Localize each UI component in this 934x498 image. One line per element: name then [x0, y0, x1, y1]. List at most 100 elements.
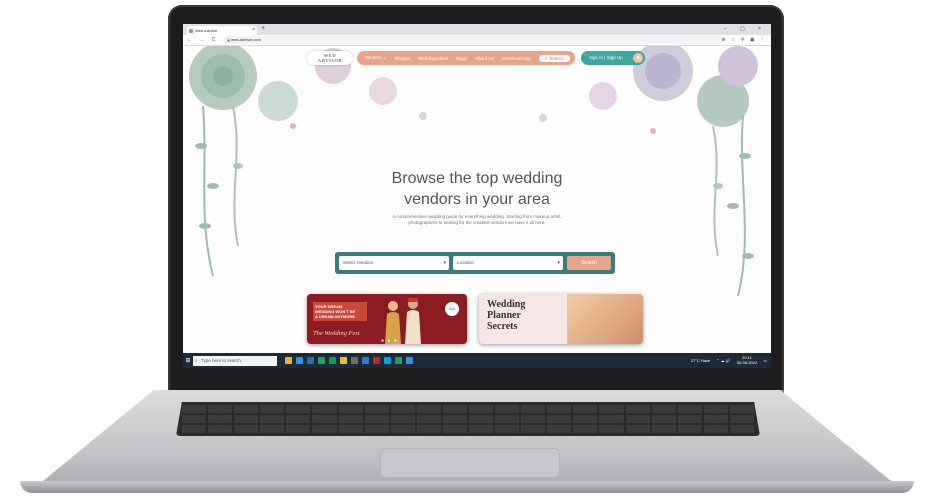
keyboard-key — [364, 425, 389, 433]
keyboard-key — [312, 405, 337, 413]
keyboard-key — [677, 425, 702, 433]
keyboard-key — [547, 415, 572, 423]
search-icon: ⌕ — [544, 55, 548, 61]
laptop-trackpad — [380, 448, 560, 478]
web-page: WED ADVISOR Vendors ⌄ Shoppe Wedding Ide… — [183, 46, 771, 353]
planner-secrets-banner[interactable]: Wedding Planner Secrets — [479, 294, 643, 344]
keyboard-key — [677, 415, 702, 423]
keyboard-key — [390, 405, 415, 413]
keyboard-key — [208, 425, 233, 433]
keyboard-key — [416, 415, 441, 423]
taskbar-app-icon[interactable] — [285, 357, 292, 364]
taskbar-app-icon[interactable] — [318, 357, 325, 364]
nav-item-vendors[interactable]: Vendors ⌄ — [365, 55, 387, 61]
tray-icons[interactable]: ⌃ ☁ 🔊 — [716, 358, 731, 363]
tab-close-icon[interactable]: × — [252, 26, 255, 35]
keyboard-key — [312, 425, 337, 433]
keyboard-key — [703, 405, 728, 413]
keyboard-key — [416, 425, 441, 433]
browser-tab-bar: Wed Advisor × + – ▢ × — [183, 24, 771, 35]
hero-title-line2: vendors in your area — [404, 191, 550, 208]
keyboard-key — [260, 425, 285, 433]
nav-search-label: Search — [549, 55, 564, 61]
banner1-fest-name: Wedding Fest — [324, 330, 360, 337]
keyboard-key — [521, 415, 546, 423]
site-logo[interactable]: WED ADVISOR — [307, 51, 353, 65]
vendor-search-box: Select Vendors ▾ Location ▾ Search — [335, 252, 615, 274]
search-icon: ⌕ — [195, 357, 198, 364]
laptop-base-lip — [20, 481, 914, 493]
signin-button[interactable]: Sign In | Sign Up ● — [581, 51, 645, 65]
banner1-fest-prefix: The — [313, 330, 323, 337]
new-tab-button[interactable]: + — [261, 25, 265, 32]
nav-search-button[interactable]: ⌕ Search — [538, 54, 570, 62]
keyboard-key — [703, 425, 728, 433]
hero-title: Browse the top wedding vendors in your a… — [327, 168, 627, 210]
logo-line2: ADVISOR — [317, 58, 343, 63]
keyboard-key — [260, 405, 285, 413]
url-input[interactable]: 🔒 wed-advisor.com — [223, 36, 723, 44]
keyboard-key — [338, 405, 363, 413]
taskbar-app-icon[interactable] — [406, 357, 413, 364]
nav-item-shoppe[interactable]: Shoppe — [395, 56, 411, 61]
keyboard-key — [547, 405, 572, 413]
keyboard-key — [469, 415, 494, 423]
keyboard-key — [573, 425, 598, 433]
user-avatar-icon: ● — [633, 53, 643, 63]
taskbar-app-icon[interactable] — [362, 357, 369, 364]
taskbar-clock[interactable]: 20:11 30-08-2022 — [736, 355, 758, 365]
keyboard-key — [234, 405, 259, 413]
taskbar-app-icon[interactable] — [384, 357, 391, 364]
keyboard-key — [729, 425, 754, 433]
keyboard-key — [364, 415, 389, 423]
banner2-photo — [567, 294, 643, 344]
keyboard-key — [338, 425, 363, 433]
notification-icon[interactable]: ▭ — [763, 358, 767, 363]
taskbar-app-icon[interactable] — [373, 357, 380, 364]
keyboard-key — [286, 405, 311, 413]
window-controls[interactable]: – ▢ × — [724, 24, 767, 35]
taskbar-app-icon[interactable] — [296, 357, 303, 364]
nav-item-wedding-ideas[interactable]: Wedding Ideas — [418, 56, 448, 61]
vendor-search-button[interactable]: Search — [567, 256, 611, 270]
taskbar-app-icon[interactable] — [307, 357, 314, 364]
chevron-down-icon: ▾ — [557, 260, 560, 266]
banner1-tagline: YOUR DREAM WEDDING WON'T BE A DREAM ANYM… — [313, 302, 367, 321]
carousel-dots-icon[interactable]: ● ● ● — [381, 338, 398, 344]
vendor-select[interactable]: Select Vendors ▾ — [339, 256, 449, 270]
browser-tab[interactable]: Wed Advisor × — [187, 26, 257, 35]
keyboard-key — [364, 405, 389, 413]
keyboard-key — [651, 405, 676, 413]
windows-start-icon[interactable]: ⊞ — [183, 357, 193, 364]
clock-date: 30-08-2022 — [736, 359, 758, 365]
wedding-fest-banner[interactable]: YOUR DREAM WEDDING WON'T BE A DREAM ANYM… — [307, 294, 467, 344]
nav-item-download-app[interactable]: Download App — [502, 56, 531, 61]
weather-widget[interactable]: 27°C Haze — [691, 358, 710, 363]
keyboard-key — [260, 415, 285, 423]
banner2-title-line1: Wedding — [487, 299, 526, 310]
taskbar-app-icon[interactable] — [329, 357, 336, 364]
chevron-down-icon: ▾ — [443, 260, 446, 266]
taskbar-app-icon[interactable] — [340, 357, 347, 364]
hero-sub-line1: A comprehensive wedding guide for everyt… — [392, 214, 562, 219]
keyboard-key — [625, 405, 650, 413]
taskbar-search-placeholder: Type here to search — [201, 357, 241, 363]
nav-item-blogs[interactable]: Blogs — [456, 56, 467, 61]
taskbar-app-icon[interactable] — [351, 357, 358, 364]
taskbar-search-input[interactable]: ⌕ Type here to search — [193, 355, 277, 366]
keyboard-key — [703, 415, 728, 423]
keyboard-key — [599, 425, 624, 433]
nav-item-about-us[interactable]: About Us — [475, 56, 494, 61]
keyboard-key — [286, 415, 311, 423]
banner2-title-line3: Secrets — [487, 321, 518, 332]
location-select[interactable]: Location ▾ — [453, 256, 563, 270]
hero-subtitle: A comprehensive wedding guide for everyt… — [367, 214, 587, 226]
banner2-title-line2: Planner — [487, 310, 521, 321]
taskbar-app-icon[interactable] — [395, 357, 402, 364]
keyboard-key — [338, 415, 363, 423]
keyboard-key — [390, 415, 415, 423]
keyboard-key — [677, 405, 702, 413]
browser-extension-icons[interactable]: ⊕ ☆ ⚲ ▣ ⋮ — [721, 36, 767, 44]
laptop-screen: Wed Advisor × + – ▢ × ← → C ⌂ 🔒 wed-advi… — [183, 24, 771, 368]
url-text: wed-advisor.com — [231, 37, 262, 42]
